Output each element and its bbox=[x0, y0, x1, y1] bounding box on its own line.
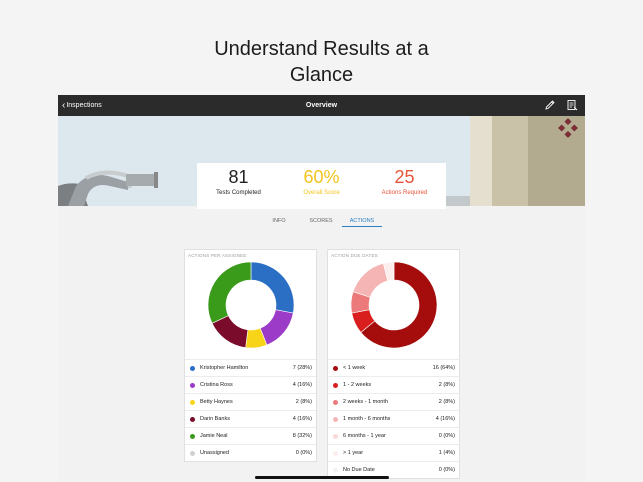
legend-row[interactable]: > 1 year 1 (4%) bbox=[328, 444, 459, 461]
legend-dot-icon bbox=[333, 450, 338, 456]
tab-bar: INFO SCORES ACTIONS bbox=[58, 216, 585, 228]
pencil-icon[interactable] bbox=[544, 99, 556, 111]
report-icon[interactable] bbox=[566, 99, 578, 111]
headline: Understand Results at a Glance bbox=[0, 36, 643, 88]
legend-row[interactable]: 1 - 2 weeks 2 (8%) bbox=[328, 376, 459, 393]
legend-row[interactable]: 2 weeks - 1 month 2 (8%) bbox=[328, 393, 459, 410]
legend-row[interactable]: 6 months - 1 year 0 (0%) bbox=[328, 427, 459, 444]
tab-actions[interactable]: ACTIONS bbox=[342, 216, 382, 227]
legend-label: Jamie Neal bbox=[200, 433, 228, 439]
legend-row[interactable]: Unassigned 0 (0%) bbox=[185, 444, 316, 461]
legend-count: 4 (16%) bbox=[435, 416, 455, 422]
stat-overall-score: 60% Overall Score bbox=[280, 163, 363, 209]
stat-label: Overall Score bbox=[303, 190, 340, 196]
legend-count: 4 (16%) bbox=[292, 416, 312, 422]
stat-tests-completed: 81 Tests Completed bbox=[197, 163, 280, 209]
legend-dot-icon bbox=[333, 382, 338, 388]
legend-row[interactable]: Cristina Ross 4 (16%) bbox=[185, 376, 316, 393]
stat-actions-required: 25 Actions Required bbox=[363, 163, 446, 209]
legend-count: 2 (8%) bbox=[295, 399, 312, 405]
legend-dot-icon bbox=[190, 450, 195, 456]
card-action-due-dates: ACTION DUE DATES < 1 week 16 (64%) 1 - 2 w… bbox=[327, 249, 460, 479]
legend-row[interactable]: Betty Haynes 2 (8%) bbox=[185, 393, 316, 410]
legend-label: < 1 week bbox=[343, 365, 366, 371]
card-actions-per-assignee: ACTIONS PER ASSIGNEE Kristopher Hamilton… bbox=[184, 249, 317, 462]
card-title: ACTIONS PER ASSIGNEE bbox=[188, 253, 247, 258]
legend-label: > 1 year bbox=[343, 450, 364, 456]
donut-slice-0[interactable] bbox=[250, 261, 294, 314]
legend-due-dates: < 1 week 16 (64%) 1 - 2 weeks 2 (8%) 2 weeks… bbox=[328, 359, 459, 478]
legend-assignee: Kristopher Hamilton 7 (28%) Cristina Ross 4… bbox=[185, 359, 316, 461]
donut-chart-assignee bbox=[207, 261, 294, 349]
legend-dot-icon bbox=[190, 365, 195, 371]
legend-count: 8 (32%) bbox=[292, 433, 312, 439]
legend-label: Betty Haynes bbox=[200, 399, 233, 405]
legend-row[interactable]: < 1 week 16 (64%) bbox=[328, 359, 459, 376]
tab-scores[interactable]: SCORES bbox=[304, 216, 338, 226]
stat-value: 81 bbox=[228, 167, 249, 187]
legend-dot-icon bbox=[333, 365, 338, 371]
legend-label: Darin Banks bbox=[200, 416, 230, 422]
legend-label: Cristina Ross bbox=[200, 382, 233, 388]
legend-dot-icon bbox=[333, 416, 338, 422]
legend-dot-icon bbox=[190, 382, 195, 388]
donut-slice-3[interactable] bbox=[352, 262, 388, 298]
stat-value: 60% bbox=[303, 167, 340, 187]
donut-slice-1[interactable] bbox=[259, 309, 294, 346]
donut-chart-due-dates bbox=[350, 261, 437, 349]
legend-label: 1 - 2 weeks bbox=[343, 382, 372, 388]
legend-count: 0 (0%) bbox=[295, 450, 312, 456]
legend-count: 16 (64%) bbox=[432, 365, 455, 371]
home-indicator bbox=[255, 476, 389, 479]
legend-count: 1 (4%) bbox=[438, 450, 455, 456]
legend-dot-icon bbox=[333, 467, 338, 473]
legend-count: 0 (0%) bbox=[438, 433, 455, 439]
nav-bar: ‹ Inspections Overview bbox=[58, 95, 585, 116]
nav-title: Overview bbox=[305, 102, 338, 109]
legend-label: No Due Date bbox=[343, 467, 375, 473]
stat-label: Actions Required bbox=[381, 190, 428, 196]
legend-count: 2 (8%) bbox=[438, 382, 455, 388]
legend-label: Kristopher Hamilton bbox=[200, 365, 249, 371]
legend-label: 1 month - 6 months bbox=[343, 416, 391, 422]
headline-line-2: Glance bbox=[289, 64, 354, 86]
legend-label: 2 weeks - 1 month bbox=[343, 399, 388, 405]
legend-row[interactable]: Jamie Neal 8 (32%) bbox=[185, 427, 316, 444]
legend-row[interactable]: Kristopher Hamilton 7 (28%) bbox=[185, 359, 316, 376]
legend-label: 6 months - 1 year bbox=[343, 433, 386, 439]
headline-line-1: Understand Results at a bbox=[214, 38, 429, 60]
stat-label: Tests Completed bbox=[216, 190, 261, 196]
legend-label: Unassigned bbox=[200, 450, 230, 456]
legend-row[interactable]: 1 month - 6 months 4 (16%) bbox=[328, 410, 459, 427]
tab-info[interactable]: INFO bbox=[264, 216, 294, 226]
legend-dot-icon bbox=[333, 399, 338, 405]
legend-dot-icon bbox=[190, 416, 195, 422]
legend-count: 0 (0%) bbox=[438, 467, 455, 473]
donut-slice-4[interactable] bbox=[207, 261, 251, 324]
legend-dot-icon bbox=[190, 433, 195, 439]
card-title: ACTION DUE DATES bbox=[331, 253, 378, 258]
app-screen: ‹ Inspections Overview 81 Tests Complete… bbox=[58, 95, 585, 482]
legend-dot-icon bbox=[333, 433, 338, 439]
legend-dot-icon bbox=[190, 399, 195, 405]
legend-row[interactable]: Darin Banks 4 (16%) bbox=[185, 410, 316, 427]
legend-count: 4 (16%) bbox=[292, 382, 312, 388]
legend-count: 7 (28%) bbox=[292, 365, 312, 371]
summary-panel: 81 Tests Completed 60% Overall Score 25 … bbox=[197, 163, 446, 209]
stat-value: 25 bbox=[394, 167, 415, 187]
legend-count: 2 (8%) bbox=[438, 399, 455, 405]
